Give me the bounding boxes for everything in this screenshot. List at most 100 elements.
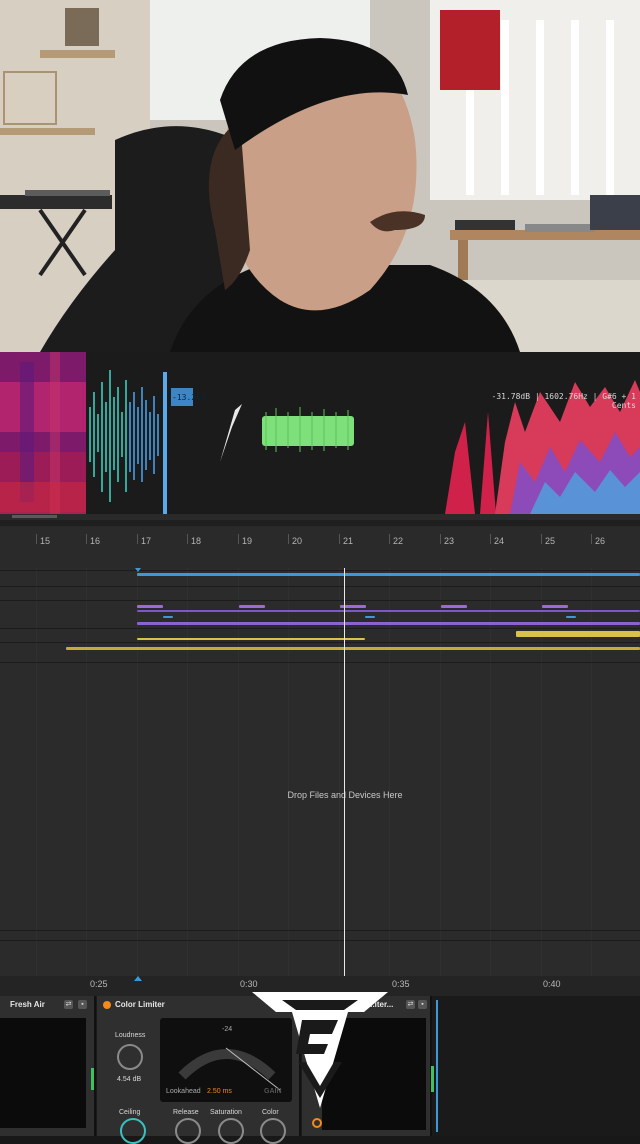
bar-tick — [389, 534, 390, 544]
grid-line — [36, 568, 37, 976]
hot-swap-icon[interactable]: ⇄ — [64, 1000, 73, 1009]
time-label: 0:40 — [543, 979, 561, 989]
mix-knob[interactable] — [312, 1118, 322, 1128]
output-meter — [91, 1068, 94, 1090]
drop-zone-label: Drop Files and Devices Here — [287, 790, 403, 800]
color-label: Color — [262, 1109, 279, 1116]
bar-tick — [339, 534, 340, 544]
clip-purple-long[interactable] — [137, 622, 640, 625]
scale-value: -24 — [222, 1026, 233, 1033]
bar-number: 21 — [343, 536, 354, 546]
time-label: 0:25 — [90, 979, 108, 989]
clip-yellow[interactable] — [516, 631, 640, 637]
bar-tick — [137, 534, 138, 544]
saturation-label: Saturation — [210, 1109, 242, 1116]
bar-number: 15 — [40, 536, 51, 546]
bar-tick — [541, 534, 542, 544]
loudness-knob[interactable] — [117, 1044, 143, 1070]
loop-marker-icon[interactable] — [135, 568, 141, 572]
loudness-value: 4.54 dB — [117, 1076, 142, 1083]
lookahead-value[interactable]: 2.50 ms — [207, 1088, 232, 1095]
bar-number: 25 — [545, 536, 556, 546]
track-lane-divider — [0, 662, 640, 663]
release-knob[interactable] — [175, 1118, 201, 1144]
bar-tick — [288, 534, 289, 544]
bar-number: 24 — [494, 536, 505, 546]
time-label: 0:35 — [392, 979, 410, 989]
bar-number: 19 — [242, 536, 253, 546]
lookahead-label: Lookahead — [166, 1088, 201, 1095]
grid-line — [238, 568, 239, 976]
grid-line — [288, 568, 289, 976]
time-label: 0:30 — [240, 979, 258, 989]
clip-purple-long[interactable] — [137, 610, 640, 612]
bar-number: 26 — [595, 536, 606, 546]
bar-tick — [36, 534, 37, 544]
device-insert-marker — [436, 1000, 438, 1132]
saturation-knob[interactable] — [218, 1118, 244, 1144]
bar-number: 22 — [393, 536, 404, 546]
track-lane-divider — [0, 570, 640, 571]
release-label: Release — [173, 1109, 199, 1116]
bar-number: 16 — [90, 536, 101, 546]
hot-swap-icon[interactable]: ⇄ — [406, 1000, 415, 1009]
clip-yellow[interactable] — [137, 638, 365, 640]
channel-logo-icon — [252, 992, 388, 1108]
grid-line — [86, 568, 87, 976]
bar-tick — [490, 534, 491, 544]
playhead[interactable] — [344, 568, 345, 976]
loop-start-icon[interactable] — [134, 976, 142, 981]
save-preset-icon[interactable]: ▪ — [418, 1000, 427, 1009]
ceiling-label: Ceiling — [119, 1109, 141, 1116]
bar-tick — [591, 534, 592, 544]
track-lane-divider — [0, 600, 640, 601]
device-fresh-air[interactable]: Fresh Air ⇄ ▪ — [0, 996, 96, 1136]
clip-blue-short[interactable] — [365, 616, 375, 618]
device-title: Fresh Air — [10, 1000, 45, 1009]
loudness-label: Loudness — [115, 1032, 146, 1039]
analyzer-graphics: -13.2LU — [0, 352, 640, 520]
bar-number: 17 — [141, 536, 152, 546]
grid-line — [187, 568, 188, 976]
clip-blue[interactable] — [137, 573, 640, 576]
grid-line — [137, 568, 138, 976]
grid-line — [591, 568, 592, 976]
clip-purple[interactable] — [137, 605, 163, 608]
ceiling-knob[interactable] — [120, 1118, 146, 1144]
grid-line — [389, 568, 390, 976]
bar-tick — [86, 534, 87, 544]
bar-tick — [187, 534, 188, 544]
clip-blue-short[interactable] — [566, 616, 576, 618]
analyzer-clip-label: -13.2LU — [172, 393, 206, 402]
clip-purple[interactable] — [239, 605, 265, 608]
color-knob[interactable] — [260, 1118, 286, 1144]
clip-purple[interactable] — [441, 605, 467, 608]
clip-blue-short[interactable] — [163, 616, 173, 618]
track-lane-divider — [0, 586, 640, 587]
device-title: Color Limiter — [115, 1000, 165, 1009]
webcam-image — [0, 0, 640, 352]
bar-number: 20 — [292, 536, 303, 546]
output-meter — [431, 1066, 434, 1092]
bar-ruler[interactable]: 15 16 17 18 19 20 21 22 23 24 25 26 — [0, 520, 640, 568]
clip-purple[interactable] — [542, 605, 568, 608]
track-lane-divider — [0, 642, 640, 643]
save-preset-icon[interactable]: ▪ — [78, 1000, 87, 1009]
grid-line — [339, 568, 340, 976]
spectrum-analyzer: -13.2LU -31.78dB | 1602.76Hz | G#6 + 1 C… — [0, 352, 640, 520]
device-on-toggle[interactable] — [103, 1001, 111, 1009]
track-lane-divider — [0, 940, 640, 941]
bar-tick — [238, 534, 239, 544]
bar-tick — [440, 534, 441, 544]
grid-line — [490, 568, 491, 976]
arrangement-view[interactable]: Drop Files and Devices Here — [0, 568, 640, 976]
ruler-scroll-strip[interactable] — [0, 520, 640, 526]
clip-yellow-long[interactable] — [66, 647, 640, 650]
track-lane-divider — [0, 628, 640, 629]
bar-number: 18 — [191, 536, 202, 546]
webcam-feed — [0, 0, 640, 352]
grid-line — [541, 568, 542, 976]
device-display — [0, 1018, 86, 1128]
bar-number: 23 — [444, 536, 455, 546]
track-lane-divider — [0, 930, 640, 931]
